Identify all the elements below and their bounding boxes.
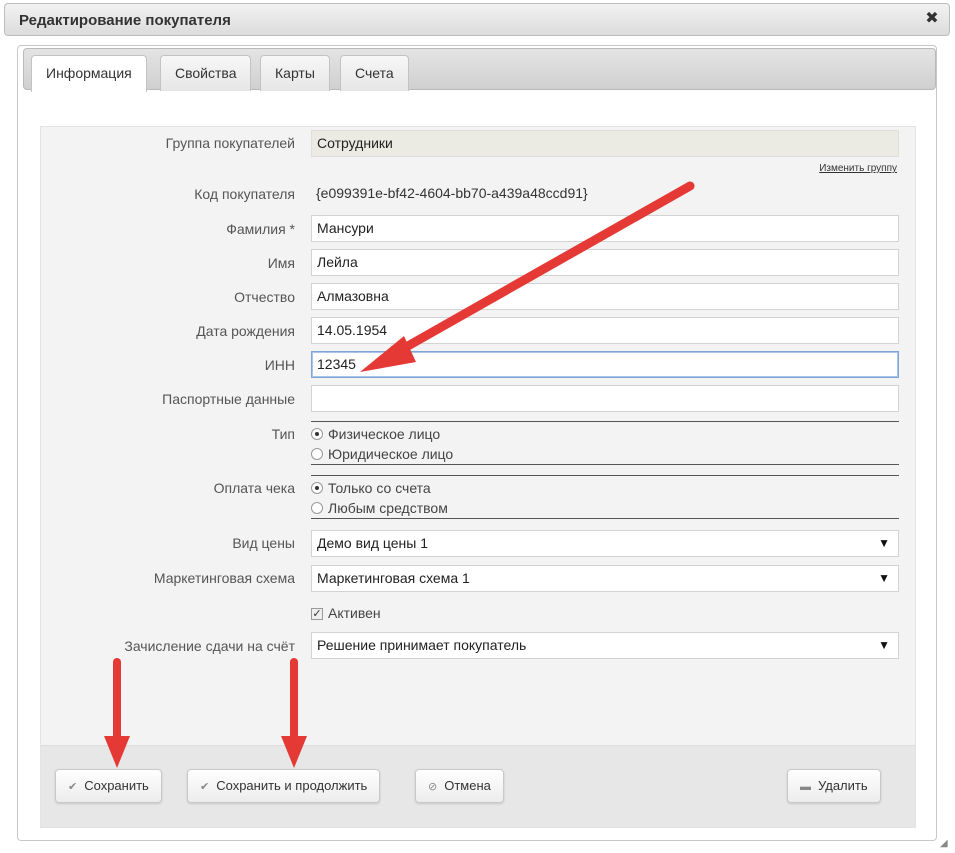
firstname-label: Имя (267, 255, 295, 271)
radio-unchecked[interactable] (311, 448, 323, 460)
payment-option-any[interactable]: Любым средством (311, 498, 448, 518)
payment-option-account[interactable]: Только со счета (311, 478, 431, 498)
inn-label: ИНН (264, 357, 295, 373)
dialog-title: Редактирование покупателя (19, 12, 231, 29)
patronymic-label: Отчество (234, 289, 295, 305)
code-label: Код покупателя (194, 186, 295, 202)
minus-icon: ▬ (800, 781, 811, 793)
type-option-individual[interactable]: Физическое лицо (311, 424, 440, 444)
radio-checked[interactable] (311, 482, 323, 494)
tab-cards[interactable]: Карты (260, 55, 330, 91)
caret-down-icon: ▼ (878, 571, 890, 585)
active-label: Активен (328, 605, 381, 621)
payment-option-label: Только со счета (328, 480, 431, 496)
birthdate-input[interactable]: 14.05.1954 (311, 317, 899, 344)
tab-info[interactable]: Информация (31, 55, 147, 92)
caret-down-icon: ▼ (878, 638, 890, 652)
change-group-link[interactable]: Изменить группу (819, 163, 897, 174)
delete-button-label: Удалить (818, 778, 868, 793)
tab-bar: Информация Свойства Карты Счета (23, 48, 936, 92)
birthdate-label: Дата рождения (196, 323, 295, 339)
save-continue-label: Сохранить и продолжить (216, 778, 368, 793)
radio-checked[interactable] (311, 428, 323, 440)
close-icon[interactable]: ✖ (923, 10, 941, 28)
patronymic-input[interactable]: Алмазовна (311, 283, 899, 310)
payment-option-label: Любым средством (328, 500, 448, 516)
caret-down-icon: ▼ (878, 536, 890, 550)
type-option-label: Физическое лицо (328, 426, 441, 442)
passport-input[interactable] (311, 385, 899, 412)
cancel-button-label: Отмена (444, 778, 491, 793)
save-continue-button[interactable]: ✔ Сохранить и продолжить (187, 769, 381, 803)
check-icon: ✔ (200, 781, 210, 793)
check-icon: ✔ (68, 781, 78, 793)
customer-edit-dialog: Редактирование покупателя ✖ Информация С… (0, 0, 955, 853)
type-option-legal[interactable]: Юридическое лицо (311, 444, 453, 464)
cancel-button[interactable]: ⊘ Отмена (415, 769, 504, 803)
save-button-label: Сохранить (84, 778, 149, 793)
title-bar[interactable]: Редактирование покупателя ✖ (4, 3, 950, 36)
lastname-input[interactable]: Мансури (311, 215, 899, 242)
resize-grip-icon[interactable]: ◢ (940, 838, 952, 850)
tab-properties[interactable]: Свойства (160, 55, 252, 91)
cancel-icon: ⊘ (428, 781, 438, 793)
type-label: Тип (271, 426, 295, 442)
marketing-label: Маркетинговая схема (153, 570, 295, 586)
type-option-label: Юридическое лицо (328, 446, 454, 462)
button-bar: ✔ Сохранить ✔ Сохранить и продолжить ⊘ Отме… (41, 745, 915, 827)
active-checkbox[interactable]: ✓ (311, 608, 323, 620)
firstname-input[interactable]: Лейла (311, 249, 899, 276)
price-type-value: Демо вид цены 1 (317, 535, 429, 551)
lastname-label: Фамилия * (226, 221, 295, 237)
price-type-label: Вид цены (232, 535, 295, 551)
radio-unchecked[interactable] (311, 502, 323, 514)
price-type-select[interactable]: Демо вид цены 1 ▼ (311, 530, 899, 557)
tab-accounts[interactable]: Счета (340, 55, 409, 91)
change-label: Зачисление сдачи на счёт (124, 638, 295, 654)
payment-radio-group: Только со счета Любым средством (311, 475, 899, 519)
marketing-value: Маркетинговая схема 1 (317, 570, 470, 586)
group-field: Сотрудники (311, 130, 899, 157)
payment-label: Оплата чека (213, 480, 295, 496)
marketing-select[interactable]: Маркетинговая схема 1 ▼ (311, 565, 899, 592)
group-label: Группа покупателей (165, 135, 295, 151)
type-radio-group: Физическое лицо Юридическое лицо (311, 421, 899, 465)
passport-label: Паспортные данные (162, 391, 295, 407)
change-value: Решение принимает покупатель (317, 637, 527, 653)
change-select[interactable]: Решение принимает покупатель ▼ (311, 632, 899, 659)
delete-button[interactable]: ▬ Удалить (787, 769, 881, 803)
dialog-body: Информация Свойства Карты Счета Группа п… (17, 45, 937, 841)
code-value: {e099391e-bf42-4604-bb70-a439a48ccd91} (316, 185, 588, 201)
save-button[interactable]: ✔ Сохранить (55, 769, 162, 803)
inn-input[interactable]: 12345 (311, 351, 899, 378)
form-panel: Группа покупателей Сотрудники Изменить г… (40, 126, 916, 828)
